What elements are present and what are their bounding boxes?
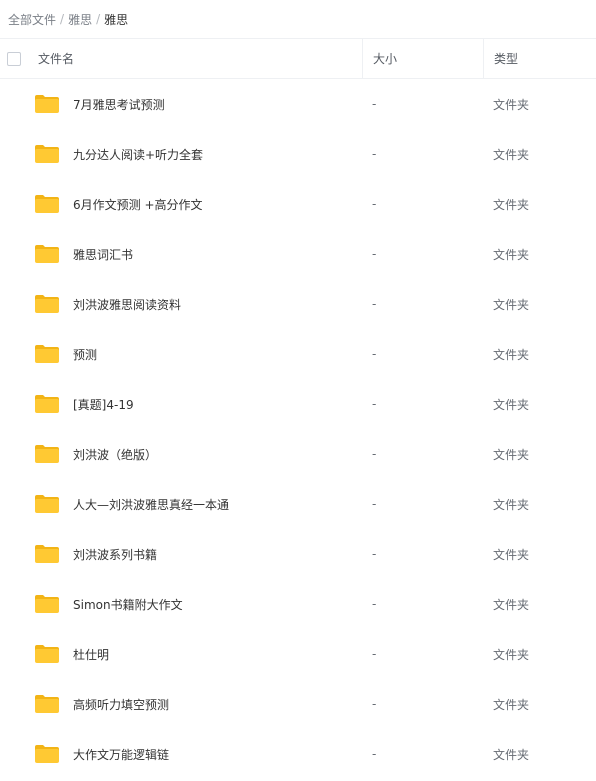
row-size: - (372, 197, 377, 211)
row-type: 文件夹 (493, 97, 530, 112)
row-type: 文件夹 (493, 447, 530, 462)
row-name-cell: 高频听力填空预测 (35, 694, 362, 714)
select-all-checkbox[interactable] (7, 51, 21, 66)
table-row[interactable]: 大作文万能逻辑链 - 文件夹 (0, 729, 596, 779)
row-name-cell: 刘洪波（绝版） (35, 444, 362, 464)
folder-icon[interactable] (34, 644, 60, 664)
row-name-cell: 人大—刘洪波雅思真经一本通 (35, 494, 362, 514)
breadcrumb: 全部文件 / 雅思 / 雅思 (0, 0, 596, 38)
table-row[interactable]: 人大—刘洪波雅思真经一本通 - 文件夹 (0, 479, 596, 529)
row-size: - (372, 147, 377, 161)
breadcrumb-current: 雅思 (104, 12, 129, 27)
folder-icon[interactable] (34, 494, 60, 514)
row-name-cell: 7月雅思考试预测 (35, 94, 362, 114)
row-type: 文件夹 (493, 297, 530, 312)
folder-icon[interactable] (34, 594, 60, 614)
folder-icon[interactable] (34, 394, 60, 414)
file-name-link[interactable]: 刘洪波（绝版） (73, 446, 157, 463)
file-name-link[interactable]: [真题]4-19 (73, 396, 134, 413)
row-name-cell: 雅思词汇书 (35, 244, 362, 264)
row-name-cell: [真题]4-19 (35, 394, 362, 414)
file-name-link[interactable]: 高频听力填空预测 (73, 696, 169, 713)
row-name-cell: 刘洪波雅思阅读资料 (35, 294, 362, 314)
row-type: 文件夹 (493, 397, 530, 412)
row-type: 文件夹 (493, 347, 530, 362)
row-type: 文件夹 (493, 247, 530, 262)
row-name-cell: 大作文万能逻辑链 (35, 744, 362, 764)
table-row[interactable]: 雅思词汇书 - 文件夹 (0, 229, 596, 279)
file-name-link[interactable]: 刘洪波系列书籍 (73, 546, 157, 563)
row-size: - (372, 447, 377, 461)
file-name-link[interactable]: 大作文万能逻辑链 (73, 746, 169, 763)
file-name-link[interactable]: 6月作文预测 +高分作文 (73, 196, 203, 213)
folder-icon[interactable] (34, 294, 60, 314)
row-type: 文件夹 (493, 697, 530, 712)
file-name-link[interactable]: 杜仕明 (73, 646, 109, 663)
row-type: 文件夹 (493, 547, 530, 562)
folder-icon[interactable] (34, 194, 60, 214)
row-name-cell: 6月作文预测 +高分作文 (35, 194, 362, 214)
folder-icon[interactable] (34, 344, 60, 364)
row-size: - (372, 547, 377, 561)
table-row[interactable]: 预测 - 文件夹 (0, 329, 596, 379)
folder-icon[interactable] (34, 144, 60, 164)
file-name-link[interactable]: Simon书籍附大作文 (73, 596, 183, 613)
row-type: 文件夹 (493, 497, 530, 512)
row-type: 文件夹 (493, 147, 530, 162)
row-name-cell: 刘洪波系列书籍 (35, 544, 362, 564)
breadcrumb-separator: / (96, 12, 101, 26)
header-checkbox-cell (0, 51, 38, 66)
folder-icon[interactable] (34, 444, 60, 464)
row-size: - (372, 297, 377, 311)
header-size[interactable]: 大小 (362, 39, 483, 78)
table-row[interactable]: [真题]4-19 - 文件夹 (0, 379, 596, 429)
table-row[interactable]: 杜仕明 - 文件夹 (0, 629, 596, 679)
table-row[interactable]: 刘洪波（绝版） - 文件夹 (0, 429, 596, 479)
file-name-link[interactable]: 九分达人阅读+听力全套 (73, 146, 203, 163)
breadcrumb-ielts[interactable]: 雅思 (68, 11, 92, 28)
row-size: - (372, 97, 377, 111)
row-name-cell: 预测 (35, 344, 362, 364)
row-size: - (372, 497, 377, 511)
row-name-cell: 杜仕明 (35, 644, 362, 664)
row-size: - (372, 697, 377, 711)
table-row[interactable]: 6月作文预测 +高分作文 - 文件夹 (0, 179, 596, 229)
row-type: 文件夹 (493, 197, 530, 212)
row-size: - (372, 647, 377, 661)
folder-icon[interactable] (34, 694, 60, 714)
file-list: 7月雅思考试预测 - 文件夹 九分达人阅读+听力全套 - 文件夹 6月作文预测 +高分作文 -… (0, 79, 596, 779)
row-name-cell: Simon书籍附大作文 (35, 594, 362, 614)
table-row[interactable]: Simon书籍附大作文 - 文件夹 (0, 579, 596, 629)
table-row[interactable]: 高频听力填空预测 - 文件夹 (0, 679, 596, 729)
table-row[interactable]: 刘洪波系列书籍 - 文件夹 (0, 529, 596, 579)
file-name-link[interactable]: 雅思词汇书 (73, 246, 133, 263)
row-type: 文件夹 (493, 647, 530, 662)
file-name-link[interactable]: 预测 (73, 346, 97, 363)
table-row[interactable]: 刘洪波雅思阅读资料 - 文件夹 (0, 279, 596, 329)
row-size: - (372, 347, 377, 361)
folder-icon[interactable] (34, 744, 60, 764)
file-name-link[interactable]: 7月雅思考试预测 (73, 96, 165, 113)
header-type[interactable]: 类型 (483, 39, 596, 78)
breadcrumb-all-files[interactable]: 全部文件 (8, 11, 56, 28)
row-type: 文件夹 (493, 747, 530, 762)
row-size: - (372, 247, 377, 261)
file-name-link[interactable]: 人大—刘洪波雅思真经一本通 (73, 496, 229, 513)
folder-icon[interactable] (34, 94, 60, 114)
row-size: - (372, 397, 377, 411)
folder-icon[interactable] (34, 544, 60, 564)
table-row[interactable]: 7月雅思考试预测 - 文件夹 (0, 79, 596, 129)
folder-icon[interactable] (34, 244, 60, 264)
row-size: - (372, 597, 377, 611)
table-header: 文件名 大小 类型 (0, 38, 596, 79)
breadcrumb-separator: / (60, 12, 65, 26)
row-size: - (372, 747, 377, 761)
row-name-cell: 九分达人阅读+听力全套 (35, 144, 362, 164)
header-name[interactable]: 文件名 (38, 50, 362, 67)
row-type: 文件夹 (493, 597, 530, 612)
table-row[interactable]: 九分达人阅读+听力全套 - 文件夹 (0, 129, 596, 179)
file-name-link[interactable]: 刘洪波雅思阅读资料 (73, 296, 181, 313)
